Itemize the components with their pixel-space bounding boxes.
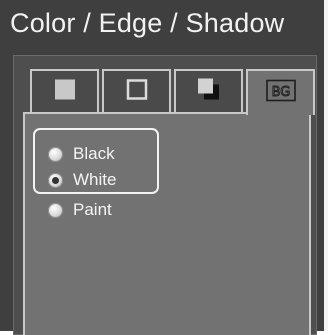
tab-bg[interactable]: BG (246, 69, 315, 115)
panel-title: Color / Edge / Shadow (10, 8, 285, 38)
radio-option-paint[interactable]: Paint (48, 198, 112, 222)
radio-label-black: Black (73, 144, 115, 163)
panel-right-edge (324, 0, 328, 331)
tab-color[interactable] (30, 69, 99, 112)
radio-button-paint[interactable] (48, 202, 63, 218)
shadow-square-icon (197, 77, 221, 106)
tab-shadow[interactable] (174, 69, 243, 112)
filled-square-icon (54, 78, 76, 105)
outlined-square-icon (126, 78, 148, 105)
radio-label-white: White (73, 170, 117, 189)
radio-button-white[interactable] (48, 172, 63, 188)
bg-icon-label: BG (271, 85, 290, 100)
tab-edge[interactable] (102, 69, 171, 112)
radio-label-paint: Paint (73, 200, 112, 219)
bg-icon: BG (265, 79, 296, 107)
radio-option-black[interactable]: Black (48, 142, 115, 166)
radio-button-black[interactable] (48, 146, 63, 162)
radio-option-white[interactable]: White (48, 168, 116, 192)
color-edge-shadow-panel: Color / Edge / Shadow BG Black White Pai… (0, 0, 328, 335)
